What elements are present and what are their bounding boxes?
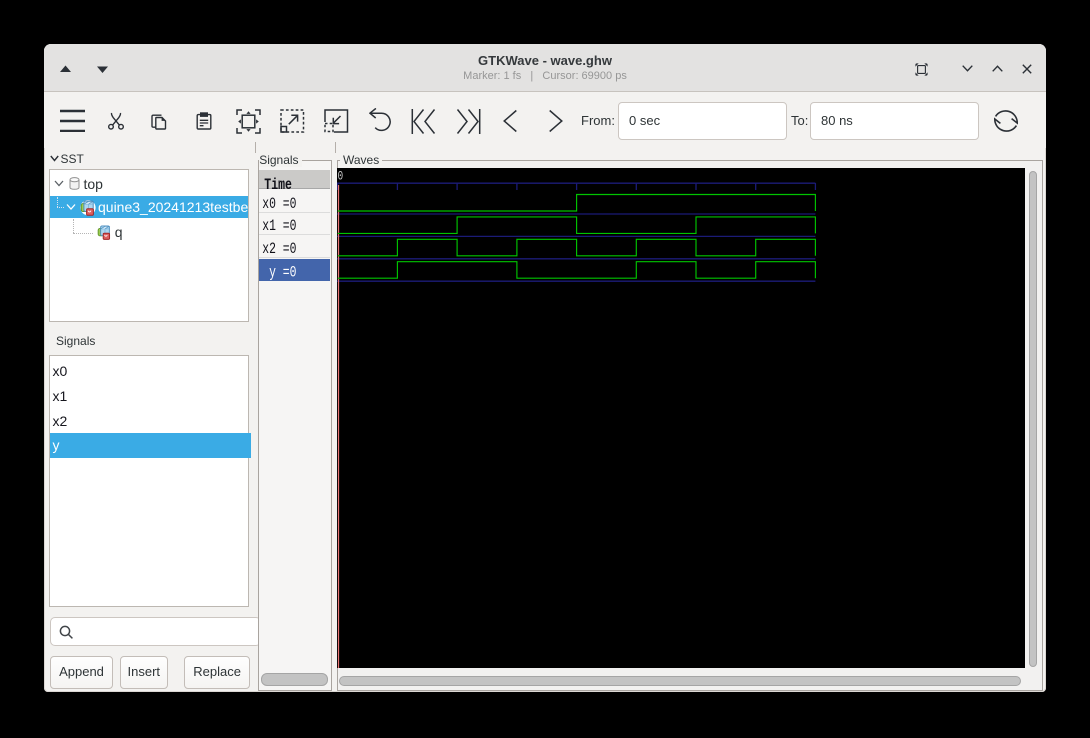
svg-text:0: 0 [338, 171, 344, 185]
